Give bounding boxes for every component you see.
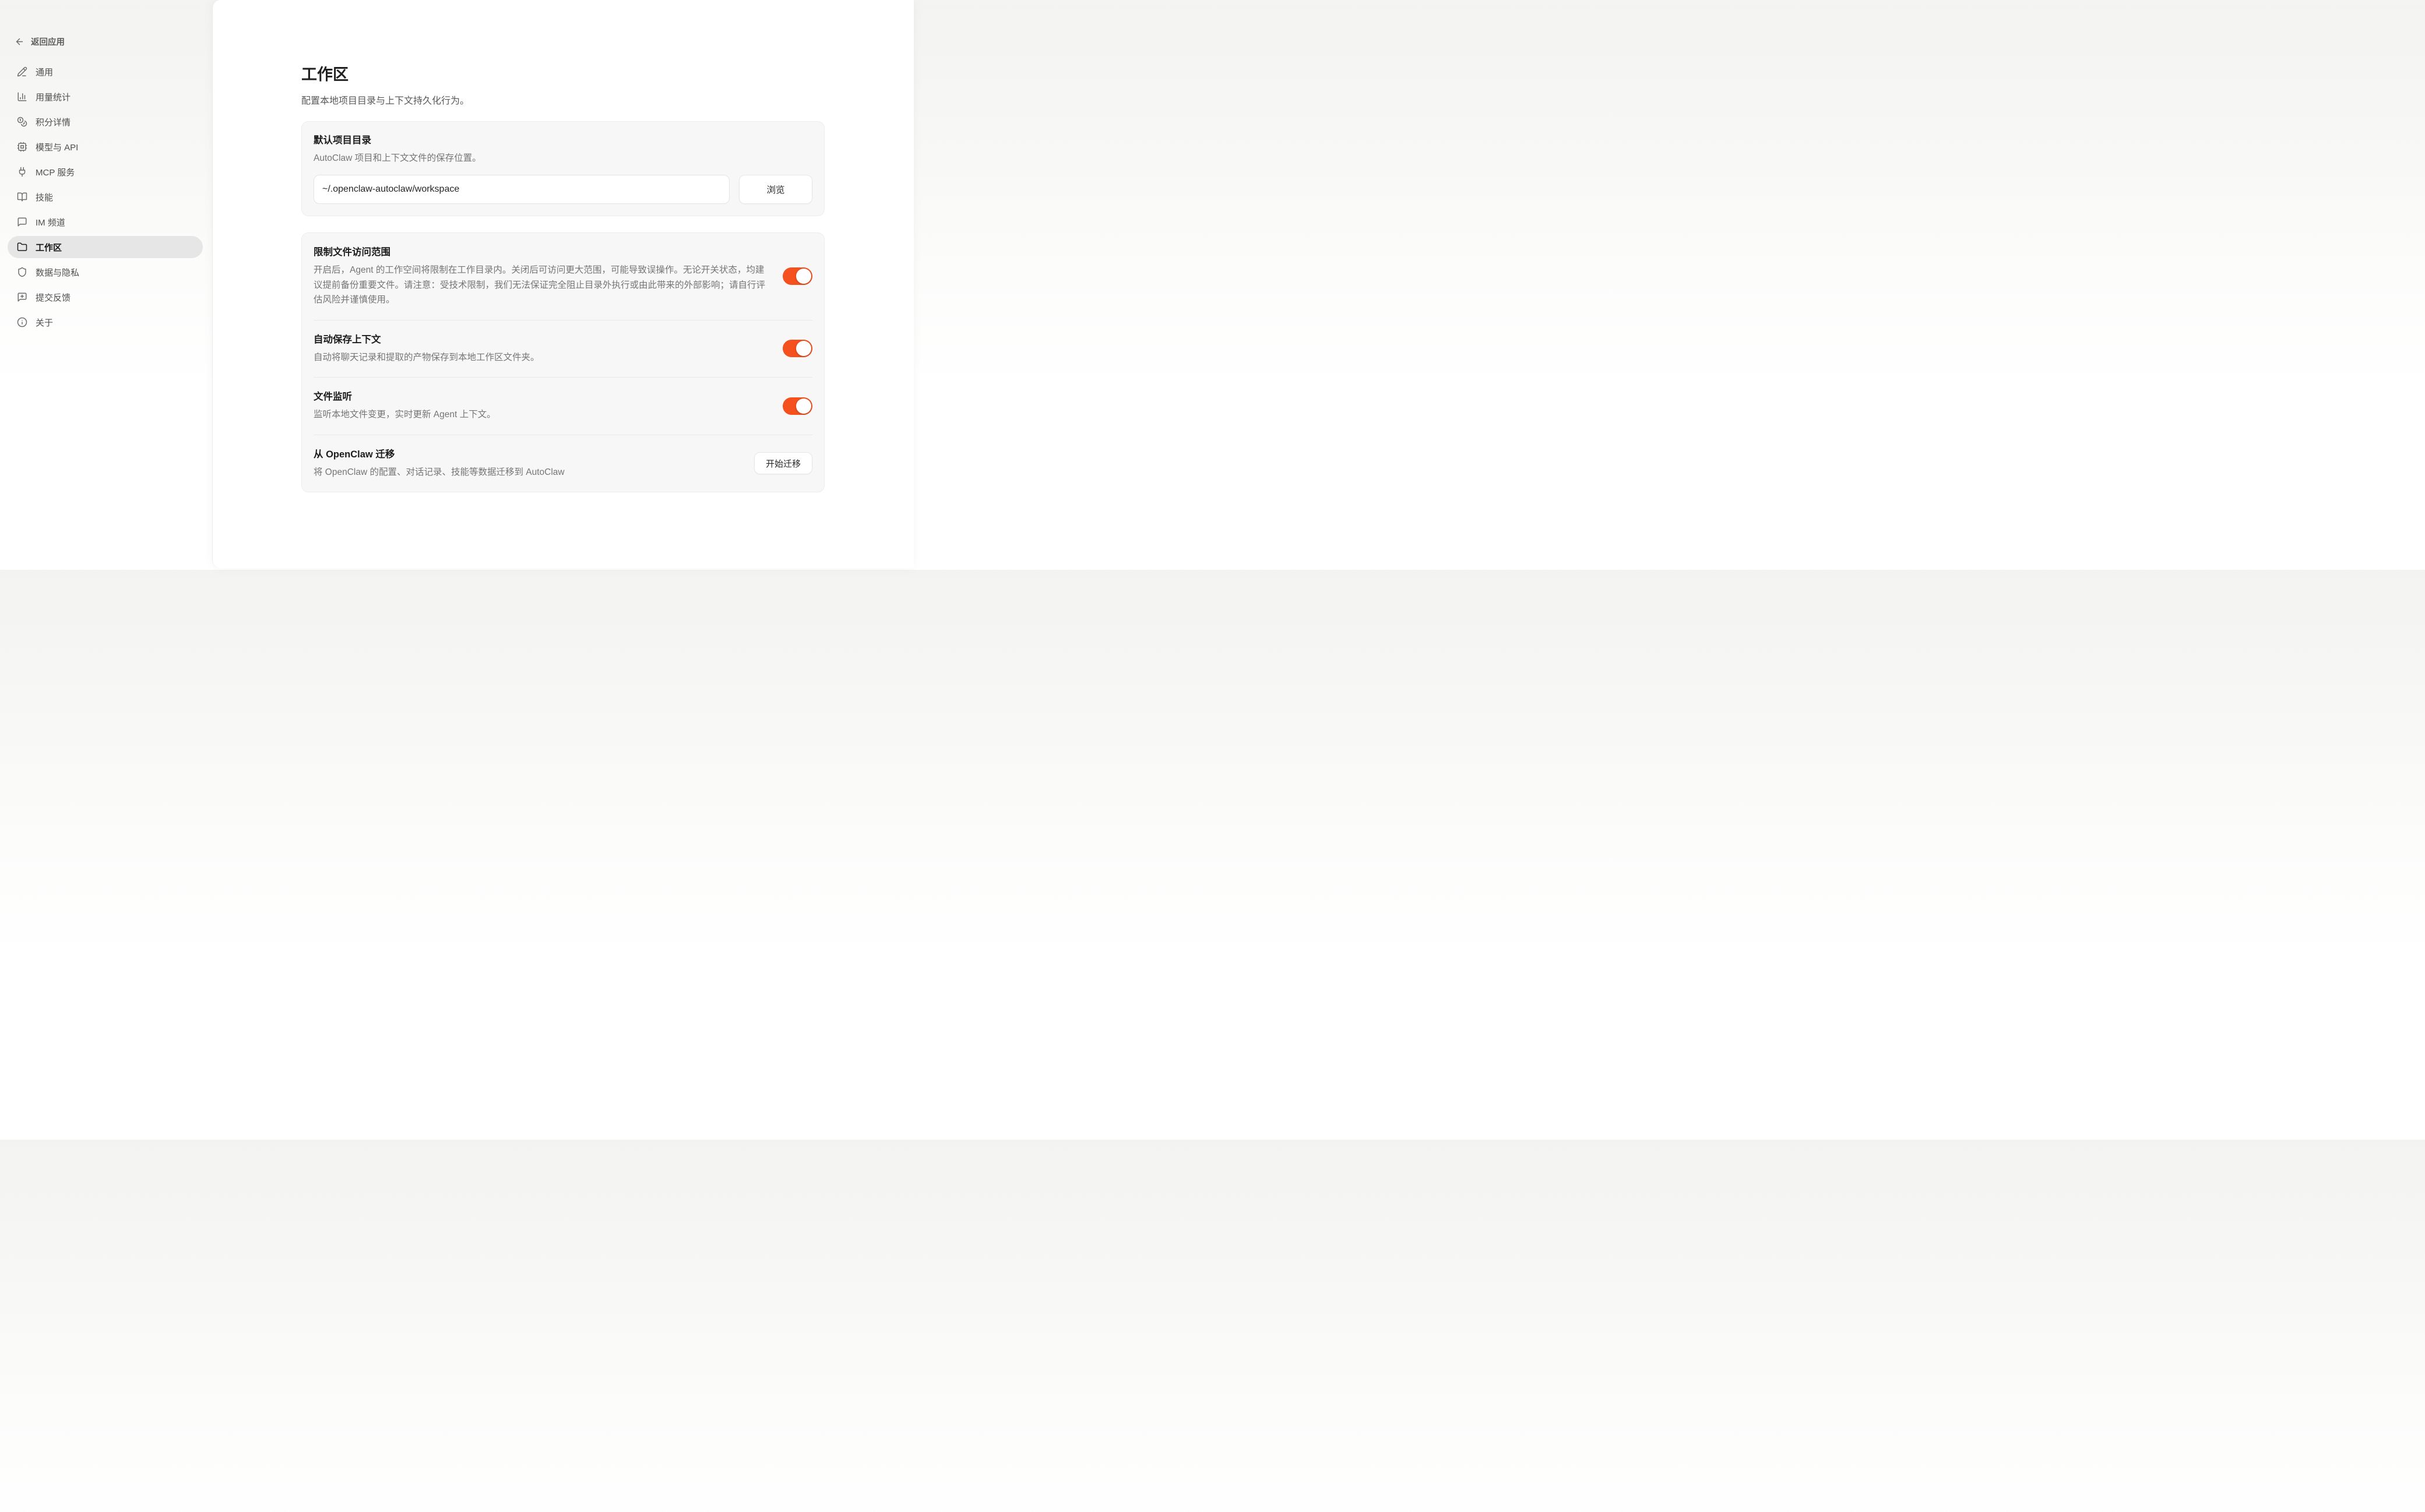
sidebar-item-label: 通用 xyxy=(36,66,53,78)
page-subtitle: 配置本地项目目录与上下文持久化行为。 xyxy=(301,94,825,108)
setting-description: 将 OpenClaw 的配置、对话记录、技能等数据迁移到 AutoClaw xyxy=(314,465,741,480)
start-migration-button[interactable]: 开始迁移 xyxy=(754,452,812,474)
setting-description: 开启后，Agent 的工作空间将限制在工作目录内。关闭后可访问更大范围，可能导致… xyxy=(314,263,770,308)
bar-chart-icon xyxy=(17,91,27,102)
sidebar-item-models-api[interactable]: 模型与 API xyxy=(8,136,203,158)
cpu-icon xyxy=(17,142,27,152)
sidebar-item-about[interactable]: 关于 xyxy=(8,311,203,333)
sidebar-item-workspace[interactable]: 工作区 xyxy=(8,236,203,258)
sidebar-item-feedback[interactable]: 提交反馈 xyxy=(8,286,203,308)
pencil-icon xyxy=(17,66,27,77)
file-watch-toggle[interactable] xyxy=(783,397,812,415)
restrict-file-access-toggle[interactable] xyxy=(783,267,812,285)
setting-row-migrate-openclaw: 从 OpenClaw 迁移 将 OpenClaw 的配置、对话记录、技能等数据迁… xyxy=(314,435,812,492)
sidebar-item-label: 模型与 API xyxy=(36,141,78,153)
toggle-knob xyxy=(796,399,811,414)
directory-path-input[interactable] xyxy=(314,175,730,204)
sidebar-item-label: MCP 服务 xyxy=(36,166,75,178)
plug-icon xyxy=(17,167,27,177)
setting-row-restrict-file-access: 限制文件访问范围 开启后，Agent 的工作空间将限制在工作目录内。关闭后可访问… xyxy=(314,233,812,320)
sidebar-item-mcp-services[interactable]: MCP 服务 xyxy=(8,161,203,183)
setting-description: 监听本地文件变更，实时更新 Agent 上下文。 xyxy=(314,407,770,422)
back-to-app-label: 返回应用 xyxy=(31,36,65,48)
folder-icon xyxy=(17,242,27,252)
sidebar-item-label: 积分详情 xyxy=(36,116,71,128)
sidebar-nav: 通用 用量统计 积分详情 模型与 API MCP 服务 技能 IM 频道 工作 xyxy=(8,61,203,336)
page-title: 工作区 xyxy=(301,65,825,84)
sidebar-item-label: 关于 xyxy=(36,316,53,329)
toggle-knob xyxy=(796,269,811,284)
settings-sidebar: 返回应用 通用 用量统计 积分详情 模型与 API MCP 服务 技能 I xyxy=(0,0,212,570)
setting-title: 限制文件访问范围 xyxy=(314,245,770,259)
default-directory-card: 默认项目目录 AutoClaw 项目和上下文文件的保存位置。 浏览 xyxy=(301,121,825,216)
directory-input-row: 浏览 xyxy=(314,175,812,204)
shield-icon xyxy=(17,267,27,277)
main-panel: 工作区 配置本地项目目录与上下文持久化行为。 默认项目目录 AutoClaw 项… xyxy=(212,0,914,568)
message-square-icon xyxy=(17,217,27,227)
sidebar-item-label: 工作区 xyxy=(36,241,62,253)
sidebar-item-im-channels[interactable]: IM 频道 xyxy=(8,211,203,233)
setting-title: 从 OpenClaw 迁移 xyxy=(314,447,741,461)
browse-button[interactable]: 浏览 xyxy=(739,175,812,204)
setting-row-file-watch: 文件监听 监听本地文件变更，实时更新 Agent 上下文。 xyxy=(314,377,812,435)
setting-description: 自动将聊天记录和提取的产物保存到本地工作区文件夹。 xyxy=(314,350,770,365)
default-directory-description: AutoClaw 项目和上下文文件的保存位置。 xyxy=(314,151,812,165)
sidebar-item-data-privacy[interactable]: 数据与隐私 xyxy=(8,261,203,283)
coins-icon xyxy=(17,117,27,127)
toggle-knob xyxy=(796,341,811,356)
setting-title: 自动保存上下文 xyxy=(314,333,770,347)
workspace-settings-page: 工作区 配置本地项目目录与上下文持久化行为。 默认项目目录 AutoClaw 项… xyxy=(301,0,825,492)
default-directory-title: 默认项目目录 xyxy=(314,133,812,147)
book-open-icon xyxy=(17,192,27,202)
sidebar-item-usage-stats[interactable]: 用量统计 xyxy=(8,86,203,108)
sidebar-item-label: 用量统计 xyxy=(36,91,71,103)
sidebar-item-label: 技能 xyxy=(36,191,53,203)
setting-title: 文件监听 xyxy=(314,390,770,404)
sidebar-item-label: 提交反馈 xyxy=(36,291,71,304)
sidebar-item-label: IM 频道 xyxy=(36,216,65,228)
sidebar-item-general[interactable]: 通用 xyxy=(8,61,203,83)
info-icon xyxy=(17,317,27,327)
message-square-plus-icon xyxy=(17,292,27,302)
sidebar-item-skills[interactable]: 技能 xyxy=(8,186,203,208)
workspace-settings-card: 限制文件访问范围 开启后，Agent 的工作空间将限制在工作目录内。关闭后可访问… xyxy=(301,232,825,492)
setting-row-auto-save-context: 自动保存上下文 自动将聊天记录和提取的产物保存到本地工作区文件夹。 xyxy=(314,320,812,378)
back-to-app-button[interactable]: 返回应用 xyxy=(15,36,65,48)
sidebar-item-credits[interactable]: 积分详情 xyxy=(8,111,203,133)
arrow-left-icon xyxy=(15,37,24,47)
sidebar-item-label: 数据与隐私 xyxy=(36,266,79,279)
auto-save-context-toggle[interactable] xyxy=(783,340,812,357)
